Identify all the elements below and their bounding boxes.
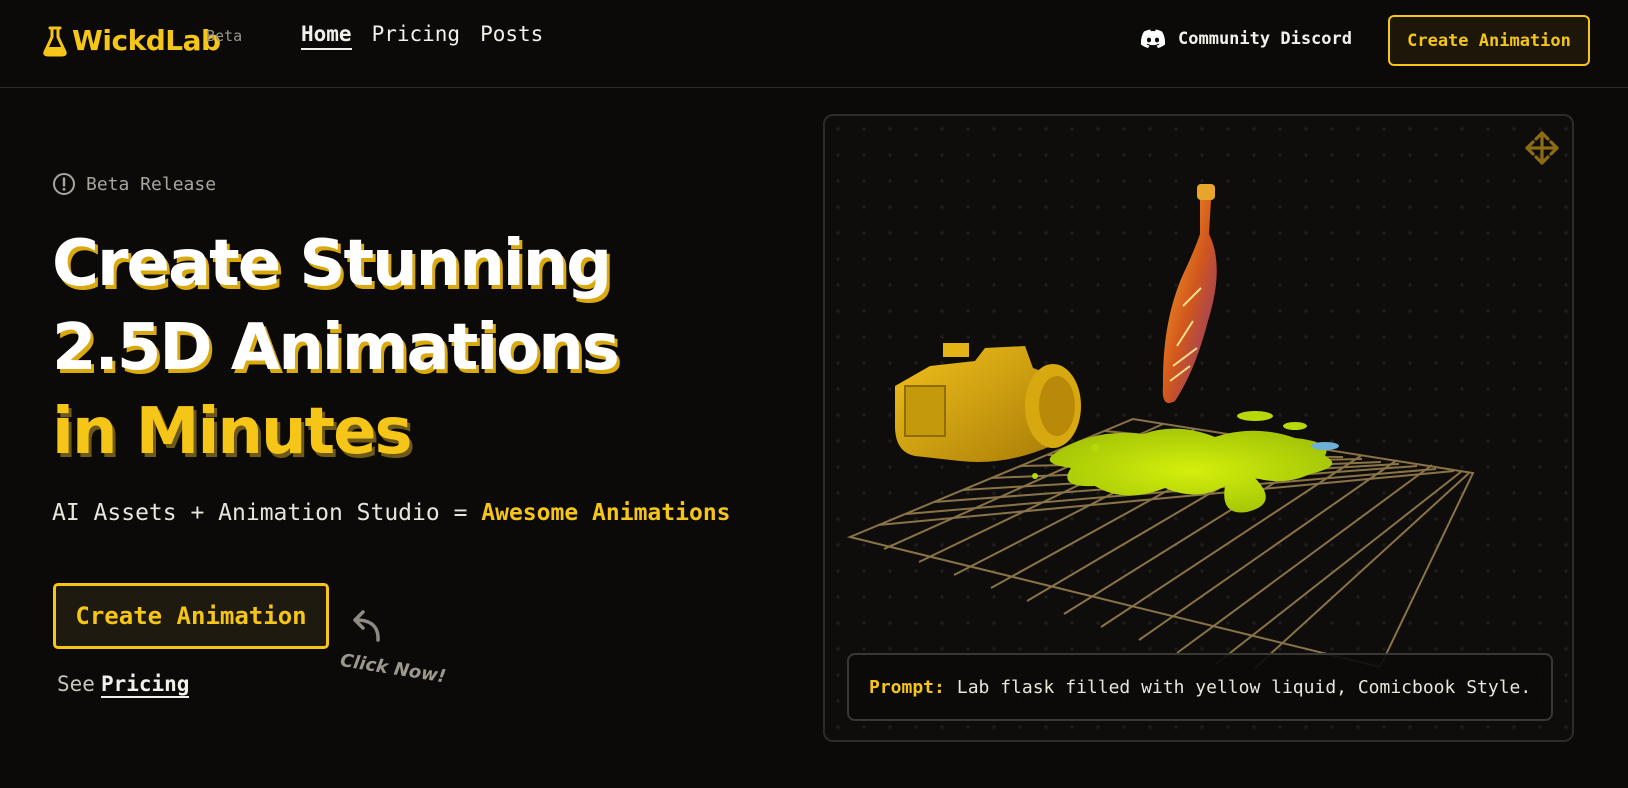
main-nav: Home Pricing Posts xyxy=(301,22,543,50)
logo[interactable]: WickdLab xyxy=(42,24,221,57)
tagline-prefix: AI Assets + Animation Studio = xyxy=(52,500,482,526)
see-prefix: See xyxy=(57,672,95,696)
discord-label: Community Discord xyxy=(1178,29,1352,49)
hero-headline: Create Stunning 2.5D Animations in Minut… xyxy=(52,222,620,474)
prompt-caption: Prompt: Lab flask filled with yellow liq… xyxy=(847,653,1553,721)
headline-line-3: in Minutes xyxy=(52,395,413,469)
nav-posts[interactable]: Posts xyxy=(480,22,543,50)
prompt-text: Lab flask filled with yellow liquid, Com… xyxy=(956,676,1532,698)
flask-icon xyxy=(43,26,67,56)
camera-model xyxy=(895,343,1081,462)
nav-home[interactable]: Home xyxy=(301,22,352,50)
beta-badge: Beta xyxy=(206,27,243,45)
curved-arrow-icon xyxy=(353,610,380,642)
prompt-label: Prompt: xyxy=(869,676,945,698)
animation-preview[interactable]: Prompt: Lab flask filled with yellow liq… xyxy=(823,114,1574,742)
site-header: WickdLab Beta Home Pricing Posts Communi… xyxy=(0,0,1628,88)
beta-release-badge: Beta Release xyxy=(52,172,216,196)
tagline-highlight: Awesome Animations xyxy=(481,500,731,526)
flask-model xyxy=(1162,184,1217,404)
green-splat xyxy=(1032,411,1339,513)
hero-tagline: AI Assets + Animation Studio = Awesome A… xyxy=(52,500,731,526)
hero-create-animation-button[interactable]: Create Animation xyxy=(53,583,329,649)
info-circle-icon xyxy=(53,173,75,195)
pricing-link[interactable]: Pricing xyxy=(100,672,190,698)
click-now-hint: Click Now! xyxy=(338,650,448,688)
headline-line-2: 2.5D Animations xyxy=(52,311,620,385)
preview-scene xyxy=(846,184,1475,669)
beta-release-label: Beta Release xyxy=(86,173,217,195)
header-create-animation-button[interactable]: Create Animation xyxy=(1388,15,1590,66)
discord-icon xyxy=(1140,29,1166,48)
nav-pricing[interactable]: Pricing xyxy=(372,22,461,50)
see-pricing-row: See Pricing xyxy=(57,672,190,698)
headline-line-1: Create Stunning xyxy=(52,227,612,301)
logo-text: WickdLab xyxy=(72,24,221,57)
move-arrows-icon[interactable] xyxy=(1523,129,1561,167)
community-discord-link[interactable]: Community Discord xyxy=(1140,28,1352,50)
